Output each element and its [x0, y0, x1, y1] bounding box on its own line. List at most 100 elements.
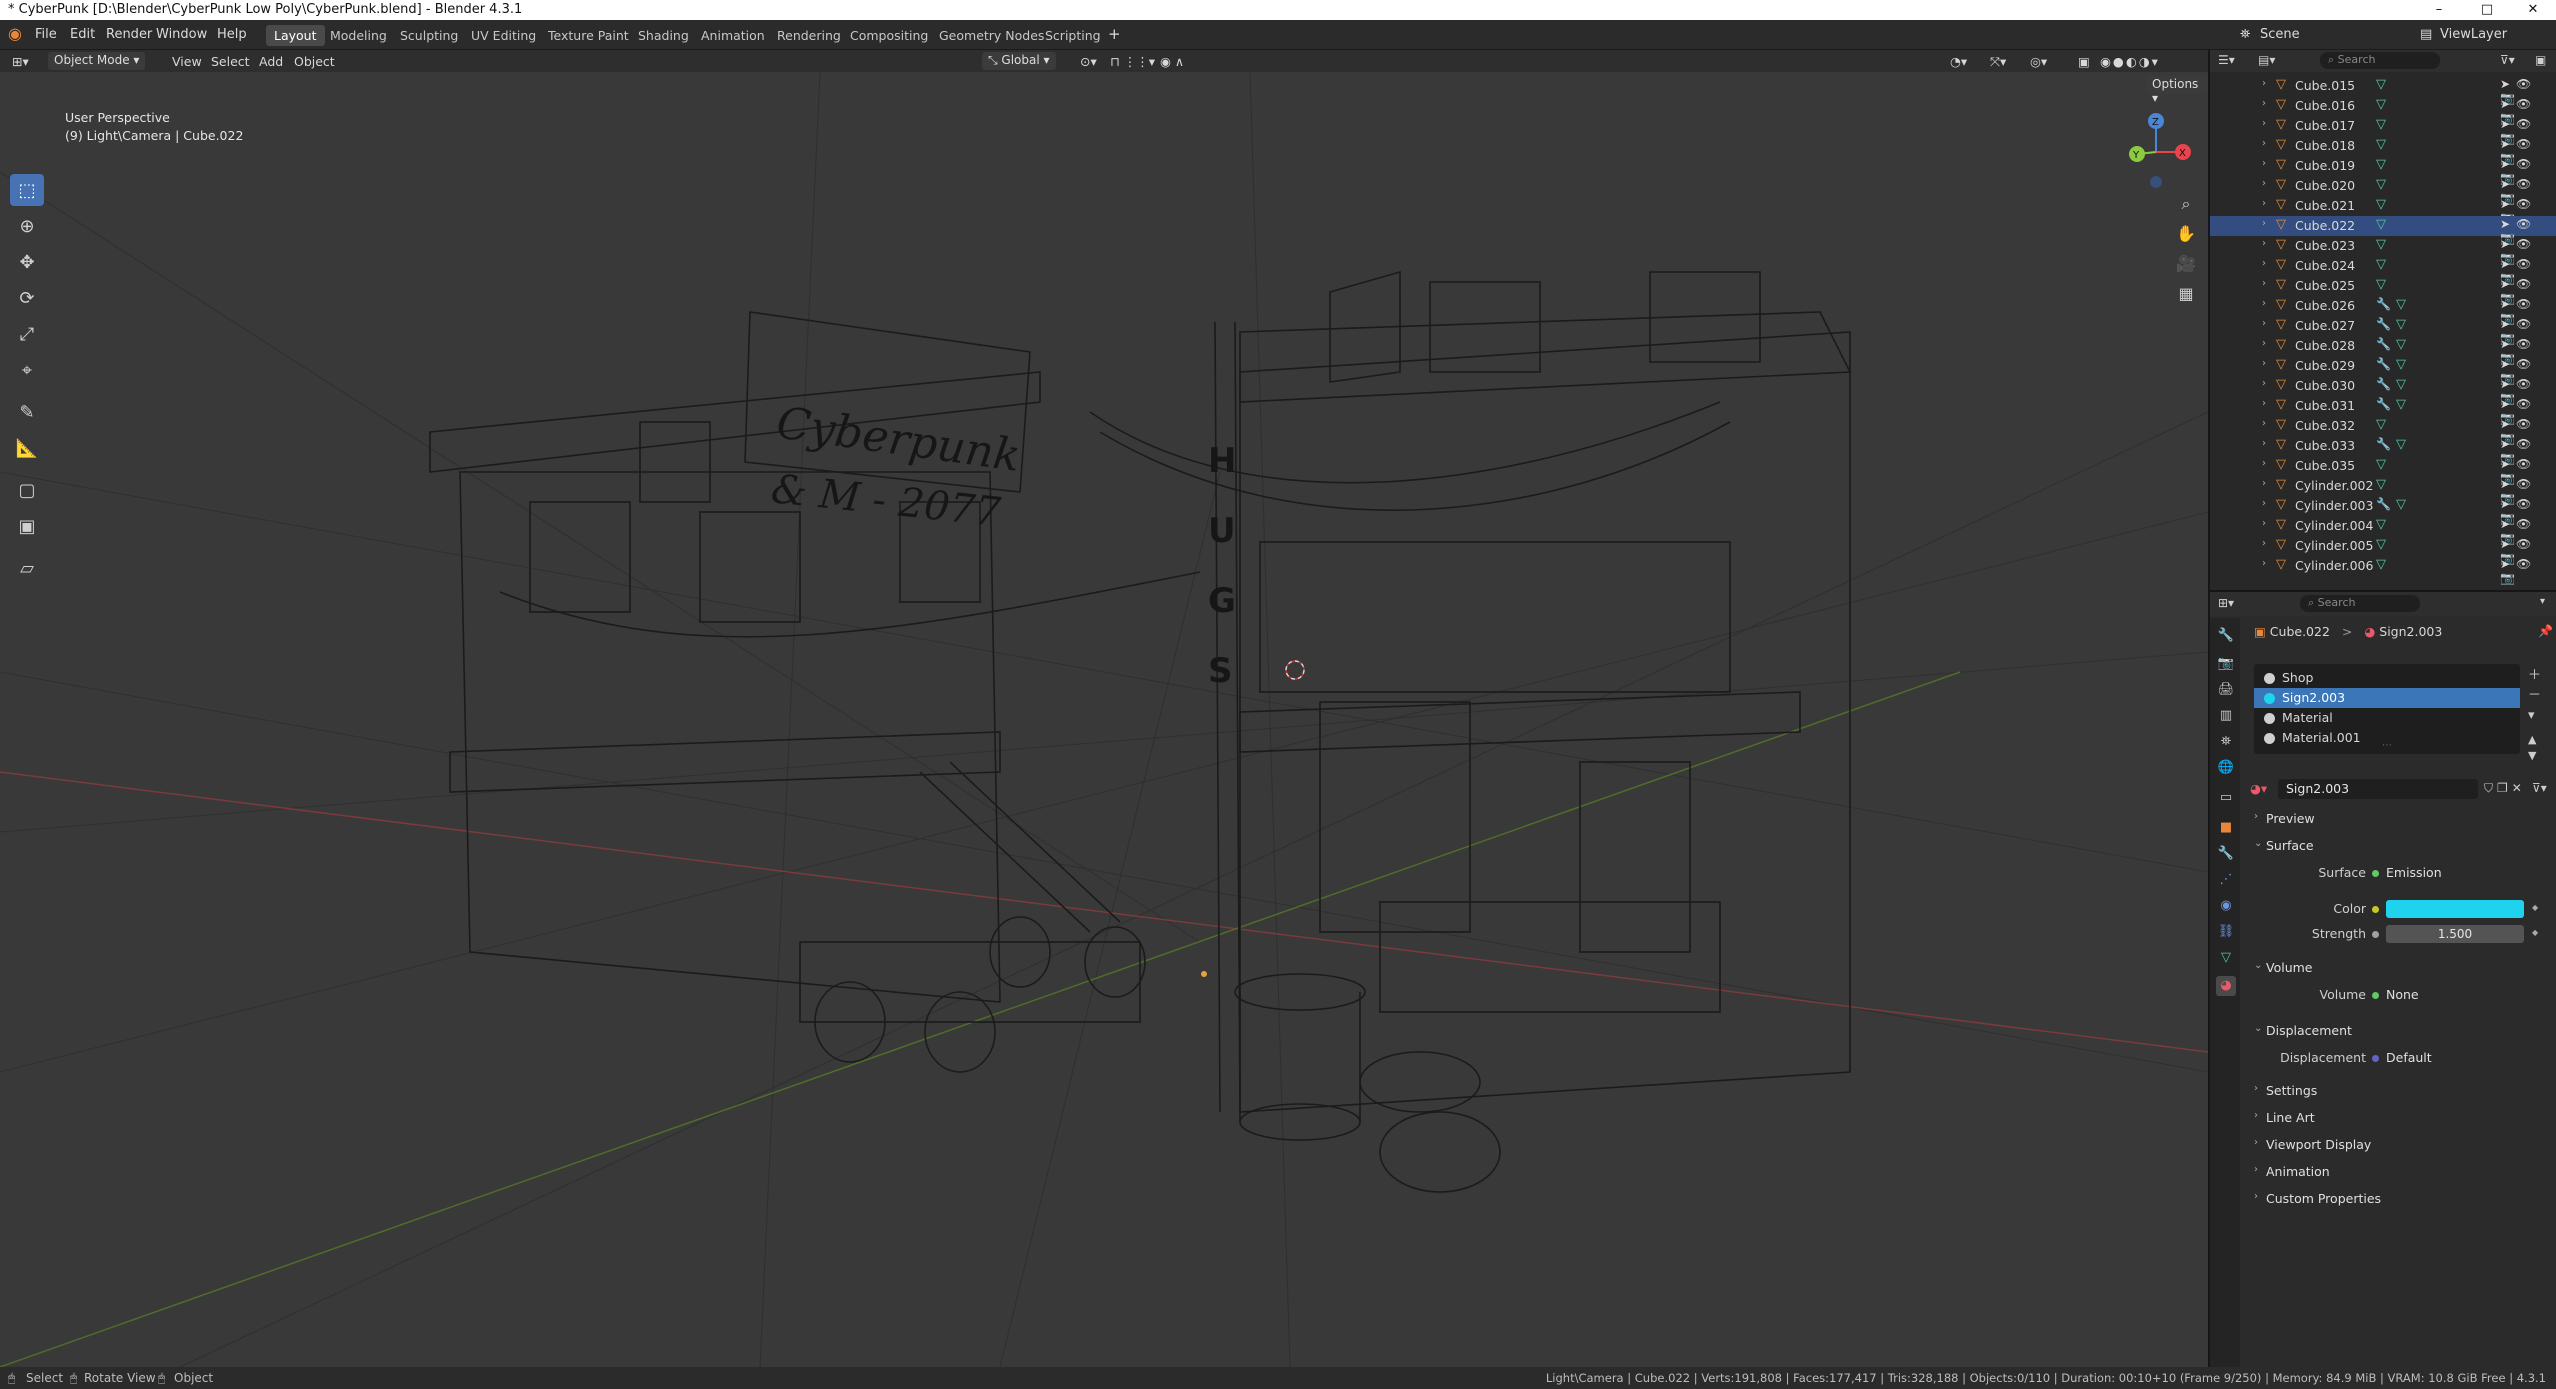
slot-menu-button[interactable]: ▾ — [2528, 706, 2541, 726]
mesh-data-icon[interactable]: ▽ — [2376, 77, 2386, 92]
expand-arrow-icon[interactable]: › — [2262, 518, 2266, 529]
outliner-item[interactable]: › ▽ Cube.030 🔧 ▽ ➤👁📷 — [2210, 376, 2556, 405]
outliner-item[interactable]: › ▽ Cube.022 ▽ ➤👁📷 — [2210, 216, 2556, 245]
resize-handle-icon[interactable]: ⋯ — [2254, 740, 2520, 751]
mode-selector[interactable]: Object Mode ▾ — [48, 52, 146, 70]
expand-arrow-icon[interactable]: › — [2262, 338, 2266, 349]
displacement-value[interactable]: Default — [2386, 1050, 2432, 1065]
outliner-item[interactable]: › ▽ Cube.024 ▽ ➤👁📷 — [2210, 256, 2556, 285]
outliner-item[interactable]: › ▽ Cube.015 ▽ ➤👁📷 — [2210, 76, 2556, 105]
annotate-tool[interactable]: ✎ — [10, 396, 44, 428]
scene-selector[interactable]: Scene — [2260, 27, 2300, 42]
modifier-wrench-icon[interactable]: 🔧 — [2376, 317, 2391, 331]
outliner-item[interactable]: › ▽ Cube.017 ▽ ➤👁📷 — [2210, 116, 2556, 145]
gizmo-toggle-icon[interactable]: ⤧▾ — [1990, 54, 2006, 70]
modifier-wrench-icon[interactable]: 🔧 — [2376, 337, 2391, 351]
expand-arrow-icon[interactable]: › — [2262, 158, 2266, 169]
color-swatch[interactable] — [2386, 900, 2524, 918]
properties-editor-icon[interactable]: ⊞▾ — [2218, 596, 2234, 610]
rotate-tool[interactable]: ⟳ — [10, 282, 44, 314]
expand-arrow-icon[interactable]: › — [2262, 378, 2266, 389]
new-collection-icon[interactable]: ▣ — [2535, 53, 2546, 67]
3d-cursor-icon[interactable] — [1285, 660, 1305, 680]
menu-render[interactable]: Render — [106, 27, 152, 42]
move-up-button[interactable]: ▲ — [2528, 732, 2536, 748]
mesh-data-icon[interactable]: ▽ — [2396, 317, 2406, 332]
expand-arrow-icon[interactable]: › — [2262, 98, 2266, 109]
mesh-data-icon[interactable]: ▽ — [2376, 517, 2386, 532]
mesh-data-icon[interactable]: ▽ — [2376, 537, 2386, 552]
modifier-wrench-icon[interactable]: 🔧 — [2376, 437, 2391, 451]
tab-material-icon[interactable]: ◕ — [2216, 976, 2236, 996]
outliner-item[interactable]: › ▽ Cube.028 🔧 ▽ ➤👁📷 — [2210, 336, 2556, 365]
outliner-item[interactable]: › ▽ Cylinder.005 ▽ ➤👁📷 — [2210, 536, 2556, 565]
menu-object[interactable]: Object — [294, 54, 335, 69]
zoom-icon[interactable]: ⌕ — [2172, 190, 2200, 218]
editor-type-icon[interactable]: ⊞▾ — [12, 54, 29, 69]
outliner-item[interactable]: › ▽ Cube.029 🔧 ▽ ➤👁📷 — [2210, 356, 2556, 385]
add-cube-tool[interactable]: ▢ — [10, 474, 44, 506]
move-tool[interactable]: ✥ — [10, 246, 44, 278]
expand-arrow-icon[interactable]: › — [2262, 218, 2266, 229]
outliner-item[interactable]: › ▽ Cube.035 ▽ ➤👁📷 — [2210, 456, 2556, 485]
panel-viewport-display[interactable]: › Viewport Display — [2246, 1134, 2552, 1156]
tab-layout[interactable]: Layout — [266, 25, 325, 46]
mesh-data-icon[interactable]: ▽ — [2396, 377, 2406, 392]
pivot-icon[interactable]: ⊙▾ — [1080, 54, 1097, 69]
mesh-data-icon[interactable]: ▽ — [2376, 257, 2386, 272]
tab-constraints-icon[interactable]: ⛓ — [2216, 922, 2236, 942]
mesh-data-icon[interactable]: ▽ — [2396, 497, 2406, 512]
close-button[interactable]: ✕ — [2510, 0, 2556, 20]
blender-logo-icon[interactable]: ◉ — [8, 24, 22, 43]
panel-animation[interactable]: › Animation — [2246, 1161, 2552, 1183]
menu-select[interactable]: Select — [211, 54, 250, 69]
remove-slot-button[interactable]: － — [2528, 686, 2541, 706]
modifier-wrench-icon[interactable]: 🔧 — [2376, 397, 2391, 411]
modifier-wrench-icon[interactable]: 🔧 — [2376, 357, 2391, 371]
fake-user-duplicate-unlink-icons[interactable]: ⛉❐✕ — [2484, 781, 2526, 796]
proportional-edit-icon[interactable]: ◉ ∧ — [1160, 54, 1184, 69]
material-slot[interactable]: Sign2.003 — [2254, 688, 2520, 708]
xray-toggle-icon[interactable]: ▣ — [2078, 54, 2090, 69]
ortho-grid-icon[interactable]: ▦ — [2172, 280, 2200, 308]
panel-line-art[interactable]: › Line Art — [2246, 1107, 2552, 1129]
panel-preview[interactable]: › Preview — [2246, 808, 2552, 830]
options-dropdown[interactable]: Options ▾ — [2146, 76, 2208, 105]
expand-arrow-icon[interactable]: › — [2262, 138, 2266, 149]
expand-arrow-icon[interactable]: › — [2262, 358, 2266, 369]
panel-volume[interactable]: ⌄ Volume — [2246, 957, 2552, 979]
mesh-data-icon[interactable]: ▽ — [2376, 117, 2386, 132]
volume-value[interactable]: None — [2386, 987, 2419, 1002]
panel-custom-properties[interactable]: › Custom Properties — [2246, 1188, 2552, 1210]
shading-mode-icons[interactable]: ◉●◐◑▾ — [2100, 54, 2160, 69]
tab-particles-icon[interactable]: ⋰ — [2216, 870, 2236, 890]
outliner-item[interactable]: › ▽ Cube.019 ▽ ➤👁📷 — [2210, 156, 2556, 185]
expand-arrow-icon[interactable]: › — [2262, 498, 2266, 509]
mesh-data-icon[interactable]: ▽ — [2376, 457, 2386, 472]
outliner-item[interactable]: › ▽ Cube.016 ▽ ➤👁📷 — [2210, 96, 2556, 125]
tab-rendering[interactable]: Rendering — [769, 25, 849, 46]
outliner-item[interactable]: › ▽ Cube.025 ▽ ➤👁📷 — [2210, 276, 2556, 305]
menu-edit[interactable]: Edit — [70, 27, 95, 42]
tab-collection-icon[interactable]: ▭ — [2216, 788, 2236, 808]
outliner-item[interactable]: › ▽ Cylinder.003 🔧 ▽ ➤👁📷 — [2210, 496, 2556, 525]
tab-object-icon[interactable]: ■ — [2216, 818, 2236, 838]
mesh-data-icon[interactable]: ▽ — [2376, 417, 2386, 432]
expand-arrow-icon[interactable]: › — [2262, 198, 2266, 209]
move-down-button[interactable]: ▼ — [2528, 748, 2536, 764]
maximize-button[interactable]: □ — [2464, 0, 2510, 20]
shader-socket-icon[interactable] — [2372, 870, 2379, 877]
outliner-item[interactable]: › ▽ Cube.032 ▽ ➤👁📷 — [2210, 416, 2556, 445]
strength-socket-icon[interactable] — [2372, 931, 2379, 938]
surface-shader-value[interactable]: Emission — [2386, 865, 2442, 880]
expand-arrow-icon[interactable]: › — [2262, 78, 2266, 89]
mesh-data-icon[interactable]: ▽ — [2376, 177, 2386, 192]
mesh-data-icon[interactable]: ▽ — [2396, 337, 2406, 352]
shear-tool[interactable]: ▱ — [10, 552, 44, 584]
tab-physics-icon[interactable]: ◉ — [2216, 896, 2236, 916]
tab-compositing[interactable]: Compositing — [842, 25, 936, 46]
modifier-wrench-icon[interactable]: 🔧 — [2376, 497, 2391, 511]
camera-view-icon[interactable]: 🎥 — [2172, 250, 2200, 278]
outliner-search-input[interactable]: ⌕ Search — [2320, 52, 2440, 69]
minimize-button[interactable]: – — [2416, 0, 2462, 20]
